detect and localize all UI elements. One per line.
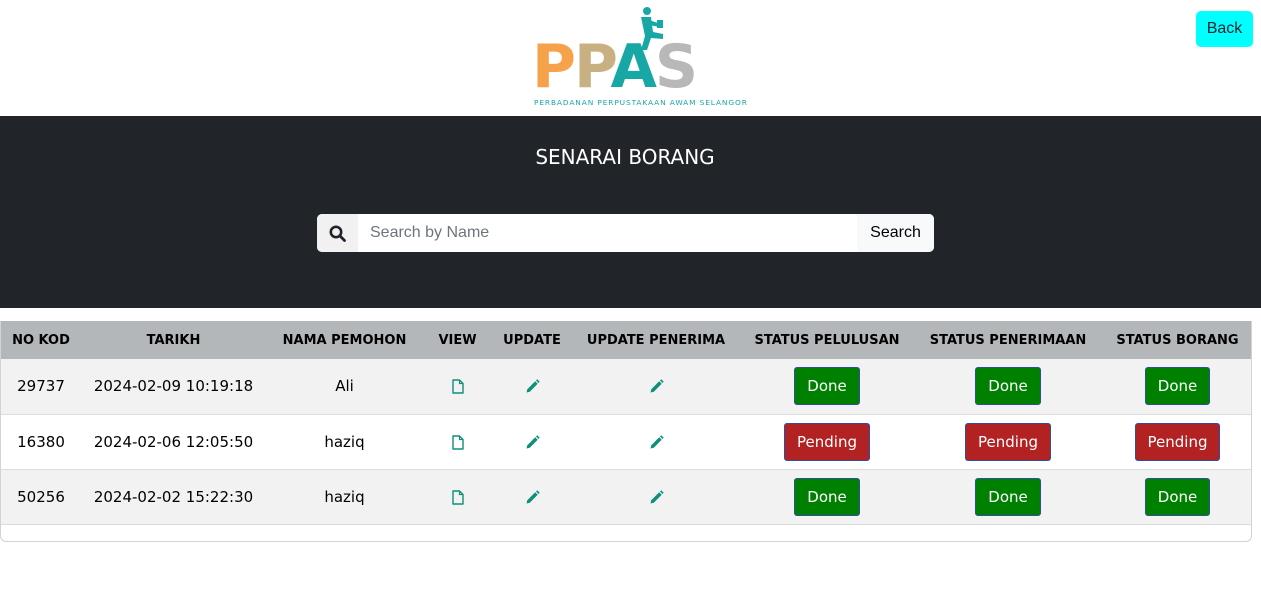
document-icon[interactable] — [451, 379, 464, 394]
pencil-icon[interactable] — [525, 379, 540, 394]
nama-cell: Ali — [335, 377, 354, 396]
document-icon[interactable] — [451, 434, 464, 450]
pencil-icon[interactable] — [525, 434, 540, 450]
table-row: 16380 2024-02-06 12:05:50 haziq Pending … — [1, 414, 1251, 469]
no-kod-cell: 29737 — [17, 377, 65, 396]
search-group: Search — [317, 214, 934, 252]
search-input[interactable] — [358, 214, 857, 252]
column-header: VIEW — [438, 332, 477, 348]
table-row: 50256 2024-02-02 15:22:30 haziq Done Don… — [1, 469, 1251, 524]
status-pelulusan-badge[interactable]: Pending — [784, 422, 870, 461]
tarikh-cell: 2024-02-09 10:19:18 — [93, 377, 254, 396]
nama-cell: haziq — [324, 432, 365, 451]
no-kod-cell: 16380 — [17, 432, 65, 451]
no-kod-cell: 50256 — [17, 487, 65, 506]
column-header: STATUS BORANG — [1116, 332, 1239, 348]
nama-cell: haziq — [324, 487, 365, 506]
document-icon[interactable] — [451, 489, 464, 505]
column-header: STATUS PELULUSAN — [754, 332, 900, 348]
logo-letter-4: S — [654, 32, 698, 102]
table-header-row: NO KOD TARIKH NAMA PEMOHON VIEW UPDATE U… — [1, 321, 1251, 359]
column-header: NAMA PEMOHON — [282, 332, 407, 348]
status-penerimaan-badge[interactable]: Pending — [965, 422, 1051, 461]
column-header: UPDATE — [503, 332, 561, 348]
status-borang-badge[interactable]: Pending — [1134, 422, 1221, 461]
back-button[interactable]: Back — [1196, 11, 1253, 47]
search-icon — [317, 214, 358, 252]
status-borang-badge[interactable]: Done — [1144, 367, 1211, 406]
column-header: UPDATE PENERIMA — [586, 332, 726, 348]
pencil-icon[interactable] — [649, 379, 664, 394]
tarikh-cell: 2024-02-02 15:22:30 — [93, 487, 254, 506]
logo-letters: PPAS — [532, 36, 698, 98]
status-pelulusan-badge[interactable]: Done — [794, 477, 860, 516]
logo-letter-3: A — [610, 32, 656, 102]
status-borang-badge[interactable]: Done — [1144, 477, 1211, 516]
logo-tagline: PERBADANAN PERPUSTAKAAN AWAM SELANGOR — [534, 98, 748, 107]
status-penerimaan-badge[interactable]: Done — [975, 367, 1041, 406]
column-header: NO KOD — [12, 332, 70, 348]
top-bar: PPAS PERBADANAN PERPUSTAKAAN AWAM SELANG… — [0, 0, 1261, 116]
tarikh-cell: 2024-02-06 12:05:50 — [93, 432, 254, 451]
pencil-icon[interactable] — [525, 489, 540, 505]
table-row: 29737 2024-02-09 10:19:18 Ali Done Done … — [1, 359, 1251, 414]
logo-letter-1: P — [532, 32, 576, 102]
search-button[interactable]: Search — [857, 214, 934, 252]
status-penerimaan-badge[interactable]: Done — [975, 477, 1041, 516]
pencil-icon[interactable] — [649, 434, 664, 450]
status-pelulusan-badge[interactable]: Done — [794, 367, 860, 406]
ppas-logo: PPAS PERBADANAN PERPUSTAKAAN AWAM SELANG… — [532, 6, 747, 110]
borang-table-card: NO KOD TARIKH NAMA PEMOHON VIEW UPDATE U… — [0, 321, 1252, 542]
borang-table: NO KOD TARIKH NAMA PEMOHON VIEW UPDATE U… — [1, 321, 1251, 525]
column-header: TARIKH — [146, 332, 201, 348]
logo-letter-2: P — [573, 32, 612, 102]
pencil-icon[interactable] — [649, 489, 664, 505]
column-header: STATUS PENERIMAAN — [929, 332, 1087, 348]
page-title: SENARAI BORANG — [535, 145, 715, 169]
title-band: SENARAI BORANG Search — [0, 116, 1261, 308]
